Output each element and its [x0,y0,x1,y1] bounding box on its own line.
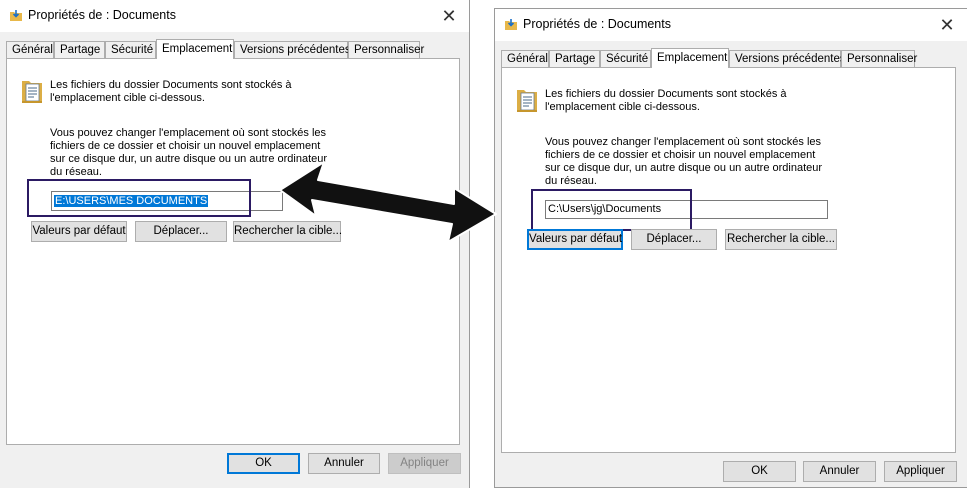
tab-customize[interactable]: Personnaliser [348,41,424,58]
folder-download-icon [10,10,22,21]
tab-sharing[interactable]: Partage [549,50,600,67]
location-info-text: Les fichiers du dossier Documents sont s… [50,79,292,104]
tab-security[interactable]: Sécurité [105,41,156,58]
tab-general[interactable]: Général [6,41,54,58]
restore-default-button[interactable]: Valeurs par défaut [31,221,127,242]
dialog-title: Propriétés de : Documents [28,8,176,22]
tab-general[interactable]: Général [501,50,549,67]
tab-location[interactable]: Emplacement [156,39,234,59]
tab-sharing[interactable]: Partage [54,41,105,58]
documents-folder-icon [22,81,42,103]
find-target-button[interactable]: Rechercher la cible... [725,229,837,250]
close-button[interactable]: ✕ [937,15,957,35]
properties-dialog-after: Propriétés de : Documents ✕ Général Part… [494,8,967,488]
dialog-title: Propriétés de : Documents [523,17,671,31]
title-bar: Propriétés de : Documents ✕ [0,0,469,32]
ok-button[interactable]: OK [723,461,796,482]
close-icon: ✕ [441,6,457,26]
close-icon: ✕ [939,15,955,35]
tab-previous-versions[interactable]: Versions précédentes [729,50,846,67]
move-button[interactable]: Déplacer... [631,229,717,250]
annotation-highlight-box [531,189,692,231]
annotation-highlight-box [27,179,251,217]
folder-download-icon [505,19,517,30]
location-tab-panel: Les fichiers du dossier Documents sont s… [501,67,956,453]
restore-default-button[interactable]: Valeurs par défaut [527,229,623,250]
ok-button[interactable]: OK [227,453,300,474]
tab-security[interactable]: Sécurité [600,50,651,67]
tab-location[interactable]: Emplacement [651,48,729,68]
apply-button[interactable]: Appliquer [388,453,461,474]
cancel-button[interactable]: Annuler [308,453,380,474]
location-tab-panel: Les fichiers du dossier Documents sont s… [6,58,460,445]
apply-button[interactable]: Appliquer [884,461,957,482]
move-button[interactable]: Déplacer... [135,221,227,242]
cancel-button[interactable]: Annuler [803,461,876,482]
tab-customize[interactable]: Personnaliser [841,50,917,67]
location-info-text: Les fichiers du dossier Documents sont s… [545,88,787,113]
documents-folder-icon [517,90,537,112]
title-bar: Propriétés de : Documents ✕ [495,9,967,41]
double-headed-arrow-icon [279,161,497,243]
location-description: Vous pouvez changer l'emplacement où son… [545,136,823,187]
close-button[interactable]: ✕ [439,6,459,26]
tab-previous-versions[interactable]: Versions précédentes [234,41,351,58]
